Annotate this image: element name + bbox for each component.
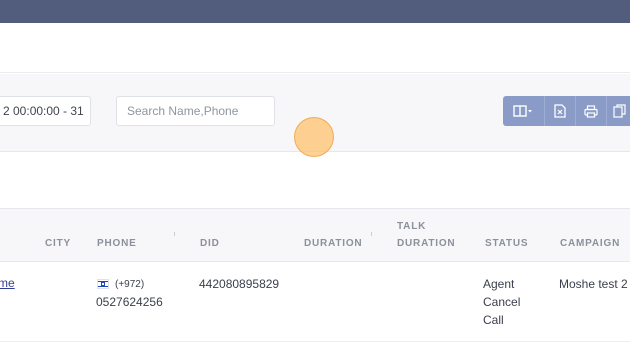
export-button-group [503,96,630,126]
col-header-talk-duration-line2[interactable]: DURATION [397,236,455,252]
columns-icon [512,105,532,117]
column-separator[interactable] [371,232,372,236]
col-header-duration[interactable]: DURATION [304,236,362,252]
top-navbar [0,0,630,23]
status-line1: Agent [483,277,515,291]
row-divider [0,341,630,342]
col-header-phone[interactable]: PHONE [97,236,137,252]
copy-button[interactable] [607,96,630,126]
did-value: 442080895829 [199,277,280,291]
col-header-did[interactable]: DID [200,236,220,252]
status-line2: Cancel [483,295,521,309]
click-indicator [294,117,334,157]
col-header-city[interactable]: CITY [45,236,71,252]
phone-number: 0527624256 [96,295,163,309]
excel-icon [554,104,566,118]
phone-country-code: (+972) [115,279,145,290]
table-header [0,208,630,262]
search-input[interactable] [116,96,275,126]
column-separator[interactable] [174,232,175,236]
col-header-campaign[interactable]: CAMPAIGN [560,236,620,252]
columns-toggle-button[interactable] [503,96,545,126]
print-icon [584,104,598,118]
page-header-area [0,23,630,73]
campaign-value: Moshe test 2 [559,277,628,291]
copy-icon [613,104,626,118]
status-line3: Call [483,313,504,327]
print-button[interactable] [576,96,607,126]
col-header-status[interactable]: STATUS [485,236,528,252]
row-name-link[interactable]: me [0,276,15,290]
date-range-input[interactable]: 2 00:00:00 - 31 [0,96,91,126]
col-header-talk-duration-line1[interactable]: TALK [397,219,426,235]
export-excel-button[interactable] [545,96,576,126]
israel-flag-icon [97,279,109,289]
